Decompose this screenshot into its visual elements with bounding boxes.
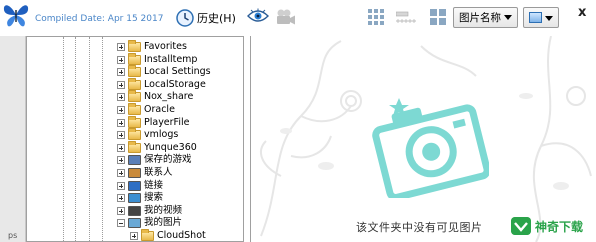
tree-item-label: LocalStorage <box>144 78 206 90</box>
tree-item[interactable]: Yunque360 <box>27 140 237 155</box>
folder-tree[interactable]: Favorites Installtemp Local Settings LocalS… <box>26 36 244 242</box>
empty-folder-message: 该文件夹中没有可见图片 <box>356 221 483 234</box>
expand-plus-icon[interactable] <box>117 131 125 140</box>
tree-item-label: 链接 <box>144 179 164 191</box>
history-button[interactable]: 历史(H) <box>176 7 236 29</box>
tree-item[interactable]: vmlogs <box>27 128 237 142</box>
compiled-date-label: Compiled Date: Apr 15 2017 <box>35 14 164 24</box>
watermark: 神奇下载 <box>511 217 583 235</box>
chevron-down-icon <box>504 15 512 20</box>
tree-item-label: Nox_share <box>144 91 194 103</box>
expand-plus-icon[interactable] <box>117 143 125 152</box>
tree-item-label: 我的图片 <box>144 217 183 229</box>
pictures-icon <box>128 218 141 229</box>
tree-item[interactable]: 链接 <box>27 180 237 193</box>
preview-pane[interactable]: 该文件夹中没有可见图片 神奇下载 <box>250 36 596 242</box>
size-slider-icon[interactable] <box>396 9 416 25</box>
tree-item[interactable]: Oracle <box>27 102 237 117</box>
folder-icon <box>128 77 141 90</box>
links-icon <box>128 180 141 191</box>
tree-item-label: 联系人 <box>144 166 173 178</box>
tree-item-label: CloudShot <box>157 229 206 241</box>
expand-plus-icon[interactable] <box>117 93 125 102</box>
tree-item-label: PlayerFile <box>144 116 190 128</box>
expand-plus-icon[interactable] <box>117 118 125 127</box>
contacts-icon <box>128 167 141 178</box>
expand-plus-icon[interactable] <box>117 194 125 203</box>
folder-icon <box>128 52 141 65</box>
expand-plus-icon[interactable] <box>117 156 125 165</box>
folder-icon <box>128 90 141 103</box>
expand-plus-icon[interactable] <box>117 206 125 215</box>
tree-list: Favorites Installtemp Local Settings LocalS… <box>27 40 237 241</box>
picture-icon <box>529 12 542 23</box>
folder-icon <box>128 65 141 78</box>
tree-item[interactable]: 我的图片 <box>27 217 237 230</box>
grid-large-icon[interactable] <box>368 9 384 25</box>
tree-item-label: Oracle <box>144 103 175 115</box>
expand-plus-icon[interactable] <box>130 231 138 240</box>
camera-placeholder-icon <box>372 98 489 198</box>
expand-plus-icon[interactable] <box>117 181 125 190</box>
sort-by-dropdown[interactable]: 图片名称 <box>453 7 518 28</box>
tree-item[interactable]: 搜索 <box>27 192 237 205</box>
expand-plus-icon[interactable] <box>117 168 125 177</box>
expand-plus-icon[interactable] <box>117 55 125 64</box>
folder-icon <box>128 40 141 52</box>
close-icon[interactable]: x <box>578 5 586 20</box>
tree-item-label: Yunque360 <box>144 141 197 153</box>
toolbar: Compiled Date: Apr 15 2017 历史(H) 图片名称 x <box>0 0 596 36</box>
app-window: Compiled Date: Apr 15 2017 历史(H) 图片名称 x … <box>0 0 596 242</box>
expand-plus-icon[interactable] <box>117 68 125 77</box>
tree-item-label: Local Settings <box>144 66 211 78</box>
folder-icon <box>128 102 141 115</box>
watermark-text: 神奇下载 <box>535 219 584 234</box>
expand-plus-icon[interactable] <box>117 80 125 89</box>
video-camera-icon[interactable] <box>276 8 296 26</box>
tree-item-label: Favorites <box>144 41 187 52</box>
chevron-down-icon <box>545 16 553 21</box>
videos-icon <box>128 205 141 216</box>
history-label: 历史(H) <box>197 12 236 25</box>
tree-item-label: 保存的游戏 <box>144 154 192 166</box>
tree-item-label: vmlogs <box>144 129 179 141</box>
tree-item[interactable]: CloudShot <box>27 228 237 241</box>
tree-item[interactable]: 保存的游戏 <box>27 154 237 167</box>
folder-icon <box>141 228 154 241</box>
tree-item[interactable]: 我的视频 <box>27 205 237 218</box>
eye-icon[interactable] <box>247 8 269 24</box>
tree-item-label: 我的视频 <box>144 204 183 216</box>
folder-icon <box>128 115 141 128</box>
left-edge-text: ps <box>8 231 18 240</box>
tree-item-label: Installtemp <box>144 53 198 65</box>
tree-item[interactable]: 联系人 <box>27 167 237 180</box>
grid-small-icon[interactable] <box>430 9 446 25</box>
saved-games-icon <box>128 155 141 166</box>
tree-item[interactable]: Local Settings <box>27 65 237 79</box>
sort-by-label: 图片名称 <box>459 12 501 24</box>
butterfly-icon <box>3 5 29 27</box>
view-mode-dropdown[interactable] <box>523 7 559 28</box>
tree-item[interactable]: Favorites <box>27 40 237 54</box>
search-icon <box>128 193 141 204</box>
expand-plus-icon[interactable] <box>117 105 125 114</box>
folder-icon <box>128 128 141 141</box>
left-edge-panel: ps <box>0 36 26 242</box>
tree-item-label: 搜索 <box>144 192 164 204</box>
expand-plus-icon[interactable] <box>117 43 125 51</box>
folder-icon <box>128 140 141 153</box>
clock-icon <box>176 9 194 27</box>
download-logo-icon <box>511 217 531 235</box>
collapse-minus-icon[interactable] <box>117 219 125 228</box>
